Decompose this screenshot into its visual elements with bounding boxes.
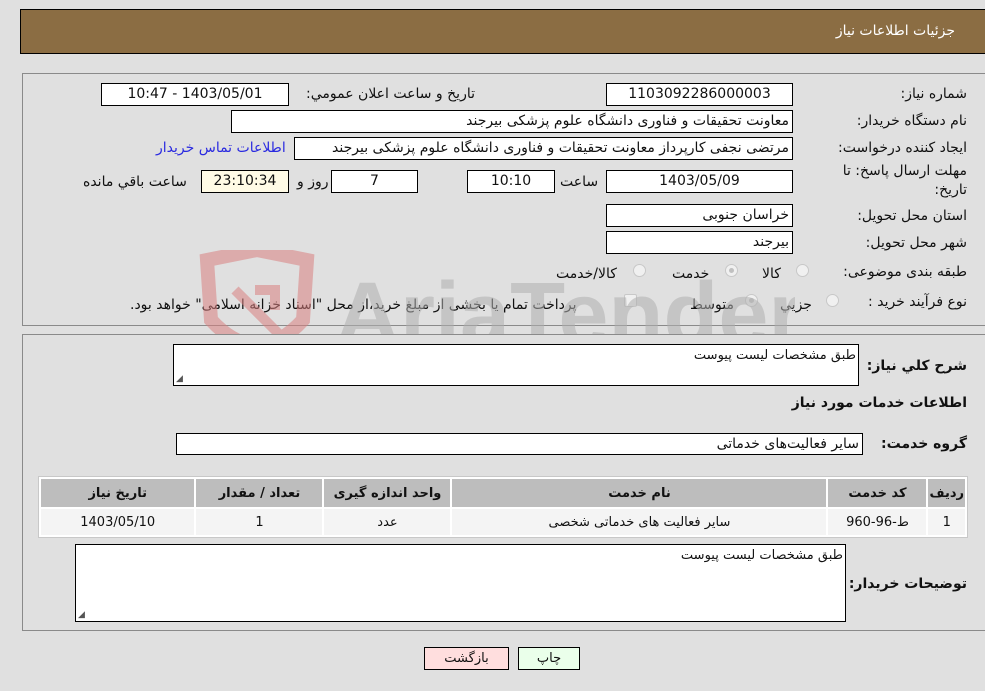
requester-field: مرتضی نجفی کارپرداز معاونت تحقيقات و فنا…: [294, 137, 793, 160]
description-textarea[interactable]: طبق مشخصات ليست پيوست ◢: [173, 344, 859, 386]
purchase-type-option-small: جزيي: [780, 297, 812, 313]
description-text: طبق مشخصات ليست پيوست: [693, 348, 856, 363]
services-section-title: اطلاعات خدمات مورد نياز: [791, 395, 967, 411]
buyer-notes-textarea[interactable]: طبق مشخصات ليست پيوست ◢: [75, 544, 846, 622]
cell-row-number: 1: [928, 509, 965, 535]
cell-need-date: 1403/05/10: [41, 509, 195, 535]
buyer-notes-text: طبق مشخصات ليست پيوست: [680, 548, 843, 563]
category-option-service: خدمت: [672, 266, 710, 282]
cell-unit: عدد: [324, 509, 451, 535]
deadline-time-label: ساعت: [560, 174, 599, 190]
treasury-note: پرداخت تمام يا بخشی از مبلغ خريد،از محل …: [130, 297, 577, 313]
table-row: 1 ط-96-960 ساير فعاليت های خدماتی شخصی ع…: [41, 509, 965, 535]
col-header-need-date: تاريخ نياز: [41, 479, 195, 507]
announce-datetime-field: 1403/05/01 - 10:47: [101, 83, 289, 106]
deadline-label-line2: تاريخ:: [934, 182, 967, 198]
deadline-days-label: روز و: [297, 174, 329, 190]
announce-datetime-label: تاريخ و ساعت اعلان عمومي:: [306, 86, 475, 102]
buyer-notes-label: توضيحات خريدار:: [848, 576, 967, 592]
col-header-service-code: کد خدمت: [828, 479, 927, 507]
print-button[interactable]: چاپ: [518, 647, 580, 670]
province-field: خراسان جنوبی: [606, 204, 793, 227]
purchase-type-radio-medium[interactable]: [745, 294, 758, 307]
page-header: جزئيات اطلاعات نياز: [20, 9, 985, 54]
description-label: شرح کلي نياز:: [866, 358, 967, 374]
category-radio-goods[interactable]: [796, 264, 809, 277]
deadline-days-field: 7: [331, 170, 418, 193]
treasury-checkbox[interactable]: [624, 294, 637, 307]
service-group-label: گروه خدمت:: [881, 436, 967, 452]
category-option-goods-service: کالا/خدمت: [556, 266, 617, 282]
col-header-row-number: رديف: [928, 479, 965, 507]
city-field: بيرجند: [606, 231, 793, 254]
services-table: رديف کد خدمت نام خدمت واحد اندازه گيری ت…: [38, 476, 968, 538]
purchase-type-option-medium: متوسط: [690, 297, 734, 313]
col-header-unit: واحد اندازه گيری: [324, 479, 451, 507]
requester-label: ايجاد کننده درخواست:: [838, 140, 967, 156]
province-label: استان محل تحويل:: [857, 208, 967, 224]
buyer-org-label: نام دستگاه خريدار:: [856, 113, 967, 129]
buyer-org-field: معاونت تحقيقات و فناوری دانشگاه علوم پزش…: [231, 110, 793, 133]
cell-quantity: 1: [196, 509, 323, 535]
deadline-date-field: 1403/05/09: [606, 170, 793, 193]
need-number-label: شماره نياز:: [900, 86, 968, 102]
col-header-service-name: نام خدمت: [452, 479, 827, 507]
service-group-field: ساير فعاليت‌های خدماتی: [176, 433, 863, 455]
category-option-goods: کالا: [762, 266, 781, 282]
cell-service-name: ساير فعاليت های خدماتی شخصی: [452, 509, 827, 535]
table-header-row: رديف کد خدمت نام خدمت واحد اندازه گيری ت…: [41, 479, 965, 507]
need-number-field: 1103092286000003: [606, 83, 793, 106]
deadline-label-line1: مهلت ارسال پاسخ: تا: [842, 163, 967, 179]
purchase-type-radio-small[interactable]: [826, 294, 839, 307]
buyer-contact-link[interactable]: اطلاعات تماس خريدار: [156, 140, 286, 156]
cell-service-code: ط-96-960: [828, 509, 927, 535]
col-header-quantity: تعداد / مقدار: [196, 479, 323, 507]
resize-grip-icon[interactable]: ◢: [78, 610, 85, 620]
deadline-time-field: 10:10: [467, 170, 555, 193]
page-title: جزئيات اطلاعات نياز: [835, 23, 955, 39]
remaining-time-label: ساعت باقي مانده: [83, 174, 187, 190]
city-label: شهر محل تحويل:: [865, 235, 967, 251]
back-button[interactable]: بازگشت: [424, 647, 509, 670]
category-radio-goods-service[interactable]: [633, 264, 646, 277]
category-radio-service[interactable]: [725, 264, 738, 277]
resize-grip-icon[interactable]: ◢: [176, 374, 183, 384]
category-label: طبقه بندی موضوعی:: [843, 264, 967, 280]
purchase-type-label: نوع فرآيند خريد :: [868, 294, 967, 310]
remaining-time-field: 23:10:34: [201, 170, 289, 193]
